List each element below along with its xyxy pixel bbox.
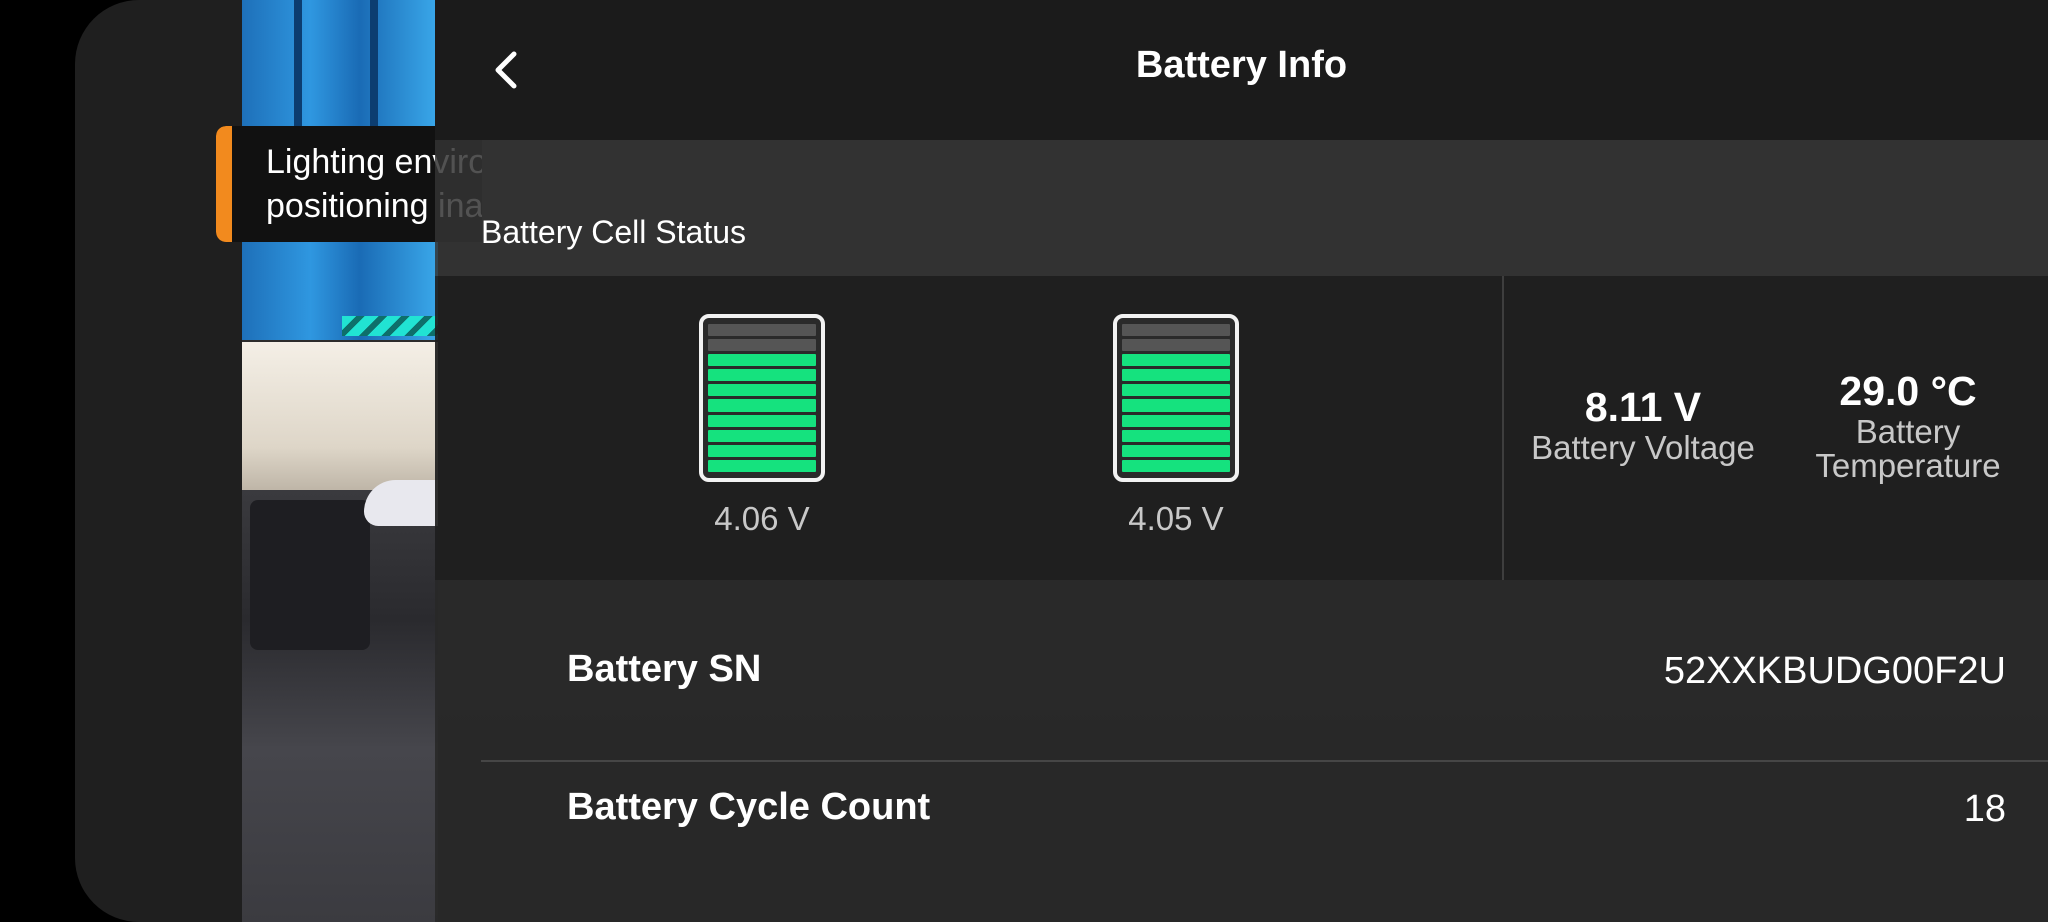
cell-level-segment-empty	[1122, 324, 1230, 337]
cell-status-area: 4.06 V 4.05 V	[435, 276, 1502, 580]
cell-level-segment-filled	[1122, 444, 1230, 457]
cell-level-segment-empty	[1122, 339, 1230, 352]
page-title: Battery Info	[1135, 44, 1348, 86]
cell-status-header: Battery Cell Status	[435, 140, 2048, 276]
camera-scene-cyan-light	[342, 316, 438, 336]
cell-level-segment-empty	[708, 324, 816, 337]
cell-level-segment-filled	[1122, 369, 1230, 382]
cell-level-segment-filled	[708, 414, 816, 427]
camera-scene-mouse	[364, 480, 438, 526]
cell-level-segment-filled	[1122, 384, 1230, 397]
cell-voltage: 4.06 V	[714, 500, 810, 537]
cell-level-segment-filled	[1122, 414, 1230, 427]
cell-level-segment-filled	[708, 444, 816, 457]
battery-cell-icon	[1113, 314, 1239, 482]
detail-label: Battery Cycle Count	[567, 786, 931, 828]
cell-level-segment-filled	[708, 459, 816, 472]
row-divider	[481, 760, 2048, 762]
cell-level-segment-empty	[708, 339, 816, 352]
camera-scene-dark-object	[250, 500, 370, 650]
battery-cell-icon	[699, 314, 825, 482]
cell-voltage: 4.05 V	[1128, 500, 1224, 537]
cell-level-segment-filled	[708, 369, 816, 382]
detail-row-battery-sn: Battery SN 52XXKBUDG00F2U	[481, 602, 2048, 738]
detail-value: 52XXKBUDG00F2U	[1663, 650, 2006, 692]
battery-voltage-stat: 8.11 V Battery Voltage	[1518, 384, 1768, 465]
cell-level-segment-filled	[708, 354, 816, 367]
battery-voltage-label: Battery Voltage	[1531, 429, 1755, 466]
toast-accent-bar	[216, 126, 232, 242]
battery-temperature-value: 29.0 °C	[1839, 368, 1977, 414]
detail-value: 18	[1963, 788, 2006, 830]
battery-temperature-stat: 29.0 °C Battery Temperature	[1788, 368, 2028, 483]
battery-cell-2: 4.05 V	[1106, 314, 1246, 538]
cell-level-segment-filled	[1122, 354, 1230, 367]
camera-scene-white-object	[242, 342, 438, 492]
panel-header: Battery Info	[435, 0, 2048, 140]
cell-level-segment-filled	[1122, 459, 1230, 472]
cell-level-segment-filled	[708, 429, 816, 442]
cell-level-segment-filled	[1122, 429, 1230, 442]
battery-details: Battery SN 52XXKBUDG00F2U Battery Cycle …	[435, 580, 2048, 922]
detail-label: Battery SN	[567, 648, 762, 690]
battery-voltage-value: 8.11 V	[1584, 384, 1702, 430]
battery-info-panel: Battery Info Battery Cell Status 4.06 V …	[435, 0, 2048, 922]
section-label: Battery Cell Status	[481, 214, 746, 250]
cell-level-segment-filled	[708, 399, 816, 412]
battery-temperature-label: Battery Temperature	[1815, 413, 2001, 484]
cell-level-segment-filled	[708, 384, 816, 397]
cell-level-segment-filled	[1122, 399, 1230, 412]
app-screen: Lighting environment too dark. Visual po…	[0, 0, 2048, 922]
battery-cell-1: 4.06 V	[692, 314, 832, 538]
battery-stats-area: 8.11 V Battery Voltage 29.0 °C Battery T…	[1504, 276, 2048, 580]
